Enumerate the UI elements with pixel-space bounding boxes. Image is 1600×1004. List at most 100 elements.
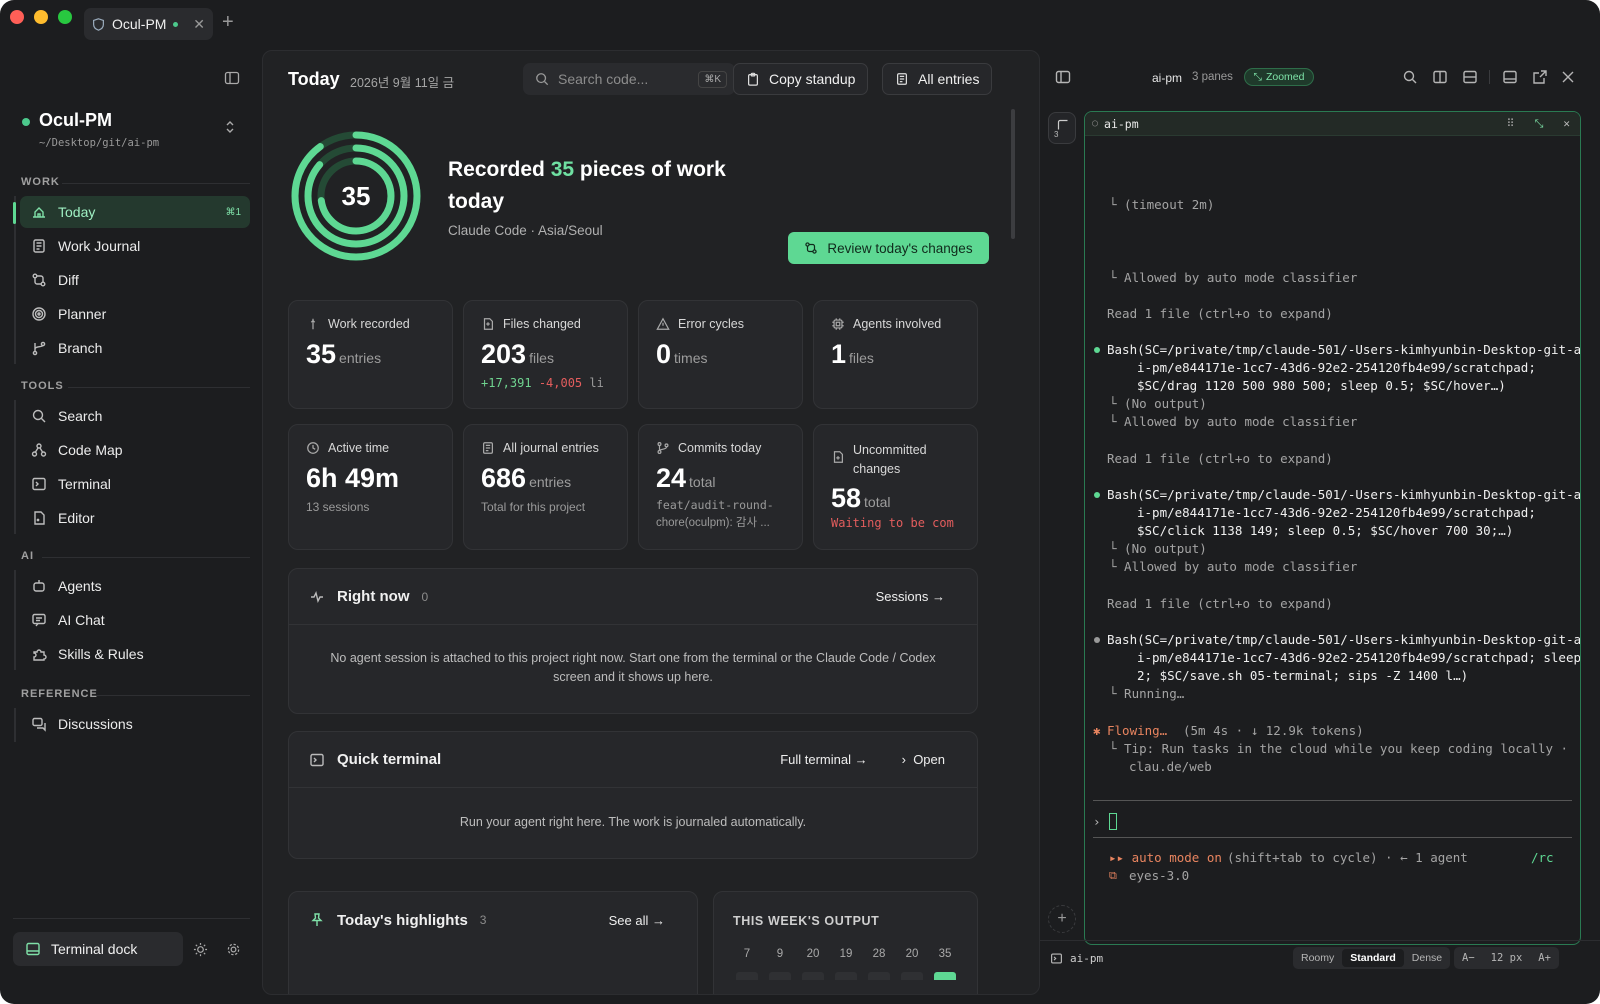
stat-card-commits-today[interactable]: Commits today 24 total feat/audit-round- … [638, 424, 803, 550]
search-icon[interactable] [1402, 69, 1418, 85]
font-decrease-button[interactable]: A− [1454, 952, 1483, 964]
footer-session-name: ai-pm [1070, 952, 1104, 965]
sidebar-item-label: Work Journal [58, 238, 141, 254]
stat-card-journal-entries[interactable]: All journal entries 686 entries Total for… [463, 424, 628, 550]
stat-card-files-changed[interactable]: Files changed 203 files +17,391 -4,005 li [463, 300, 628, 409]
page-date: 2026년 9월 11일 금 [350, 76, 455, 90]
close-tab-icon[interactable]: ✕ [193, 16, 205, 33]
drag-handle-icon[interactable]: ⠿ [1507, 117, 1515, 130]
sidebar-item-work-journal[interactable]: Work Journal [20, 230, 250, 262]
sidebar-item-ai-chat[interactable]: AI Chat [20, 604, 250, 636]
stat-label: Error cycles [678, 317, 744, 331]
minimize-window-button[interactable] [34, 10, 48, 24]
stat-label: Uncommitted changes [853, 443, 927, 476]
week-bar [868, 972, 890, 980]
sidebar-item-planner[interactable]: Planner [20, 298, 250, 330]
split-horizontal-icon[interactable] [1462, 69, 1478, 85]
dock-bottom-icon[interactable] [1502, 69, 1518, 85]
split-vertical-icon[interactable] [1432, 69, 1448, 85]
scrollbar[interactable] [1011, 109, 1015, 239]
terminal-line: └ Allowed by auto mode classifier [1109, 270, 1358, 285]
sidebar-toggle-icon[interactable] [224, 70, 240, 86]
review-changes-button[interactable]: Review today's changes [788, 232, 989, 264]
terminal-line: └ (No output) [1109, 396, 1207, 411]
tab-ocul-pm[interactable]: Ocul-PM ✕ [84, 8, 213, 40]
close-icon[interactable] [1560, 69, 1576, 85]
stat-unit: files [849, 350, 874, 366]
terminal-line: └ Tip: Run tasks in the cloud while you … [1109, 741, 1569, 756]
clock-icon [307, 442, 319, 454]
terminal-line: Read 1 file (ctrl+o to expand) [1107, 306, 1333, 321]
search-shortcut: ⌘K [698, 70, 727, 88]
sun-icon[interactable] [193, 942, 208, 957]
stat-value: 35 [306, 339, 337, 369]
stat-card-error-cycles[interactable]: Error cycles 0 times [638, 300, 803, 409]
sessions-link[interactable]: Sessions → [876, 589, 945, 604]
zoom-window-button[interactable] [58, 10, 72, 24]
sidebar-item-label: Terminal [58, 476, 111, 492]
progress-ring: 35 [291, 131, 421, 261]
sidebar-item-terminal[interactable]: Terminal [20, 468, 250, 500]
sidebar-item-label: Discussions [58, 716, 133, 732]
panel-title: Right now [337, 588, 410, 605]
stat-card-work-recorded[interactable]: Work recorded 35 entries [288, 300, 453, 409]
terminal-dock-button[interactable]: Terminal dock [13, 932, 183, 966]
full-terminal-link[interactable]: Full terminal → [780, 752, 867, 767]
terminal-line: eyes-3.0 [1129, 868, 1190, 883]
panel-title: Quick terminal [337, 751, 442, 768]
right-now-panel: Right now 0 Sessions → No agent session … [288, 568, 978, 714]
density-standard[interactable]: Standard [1342, 949, 1404, 967]
add-pane-button[interactable]: + [1048, 905, 1076, 933]
pane-status-icon: ○ [1092, 118, 1099, 129]
clipboard-icon [748, 72, 758, 86]
font-increase-button[interactable]: A+ [1530, 952, 1559, 964]
week-bar [802, 972, 824, 980]
popout-icon[interactable] [1532, 69, 1548, 85]
search-input[interactable]: Search code... ⌘K [523, 63, 735, 95]
chevron-updown-icon[interactable] [224, 119, 236, 135]
pane-switcher[interactable]: 3 [1048, 112, 1076, 144]
density-roomy[interactable]: Roomy [1293, 952, 1342, 964]
sidebar-item-editor[interactable]: Editor [20, 502, 250, 534]
sidebar-toggle-icon[interactable] [1055, 69, 1071, 85]
sidebar-item-agents[interactable]: Agents [20, 570, 250, 602]
spinner-icon: ✱ [1093, 723, 1101, 738]
sidebar-item-search[interactable]: Search [20, 400, 250, 432]
see-all-link[interactable]: See all → [609, 913, 665, 928]
terminal-line: i-pm/e844171e-1cc7-43d6-92e2-254120fb4e9… [1137, 505, 1536, 520]
stat-card-active-time[interactable]: Active time 6h 49m 13 sessions [288, 424, 453, 550]
sidebar-item-discussions[interactable]: Discussions [20, 708, 250, 740]
zoomed-badge[interactable]: ⤡ Zoomed [1244, 68, 1314, 86]
stat-unit: total [689, 474, 716, 490]
close-pane-icon[interactable]: ✕ [1563, 117, 1570, 130]
hero-subtitle: Claude Code · Asia/Seoul [448, 223, 603, 238]
panel-title: Today's highlights [337, 911, 468, 929]
lines-removed: -4,005 [538, 376, 583, 390]
copy-standup-button[interactable]: Copy standup [733, 63, 869, 95]
input-cursor[interactable] [1109, 813, 1117, 830]
sidebar-item-label: Planner [58, 306, 107, 322]
sidebar-item-skills-rules[interactable]: Skills & Rules [20, 638, 250, 670]
minimize-pane-icon[interactable]: ⤡ [1535, 117, 1544, 131]
open-terminal-link[interactable]: › Open [902, 752, 945, 767]
terminal-pane[interactable]: ○ ai-pm ⠿ ⤡ ✕ └ (timeout 2m) └ Allowed b… [1084, 111, 1581, 945]
pane-badge: 3 [1054, 130, 1059, 139]
terminal-line: (shift+tab to cycle) · ← 1 agent [1227, 850, 1468, 865]
close-window-button[interactable] [10, 10, 24, 24]
stat-card-uncommitted[interactable]: Uncommitted changes 58 total Waiting to b… [813, 424, 978, 550]
sidebar-item-code-map[interactable]: Code Map [20, 434, 250, 466]
density-dense[interactable]: Dense [1404, 952, 1450, 964]
gear-icon[interactable] [226, 942, 241, 957]
font-size-control: A− 12 px A+ [1454, 947, 1559, 969]
density-toggle[interactable]: Roomy Standard Dense [1293, 947, 1451, 969]
all-entries-button[interactable]: All entries [882, 63, 993, 95]
sidebar-item-diff[interactable]: Diff [20, 264, 250, 296]
nav-rail [14, 400, 16, 534]
terminal-icon [310, 753, 324, 766]
commit-message: feat/audit-round- [656, 498, 774, 512]
sidebar-item-today[interactable]: Today ⌘1 [20, 196, 250, 228]
new-tab-button[interactable]: + [222, 11, 234, 34]
stat-card-agents-involved[interactable]: Agents involved 1 files [813, 300, 978, 409]
pane-title: ai-pm [1104, 116, 1139, 131]
sidebar-item-branch[interactable]: Branch [20, 332, 250, 364]
